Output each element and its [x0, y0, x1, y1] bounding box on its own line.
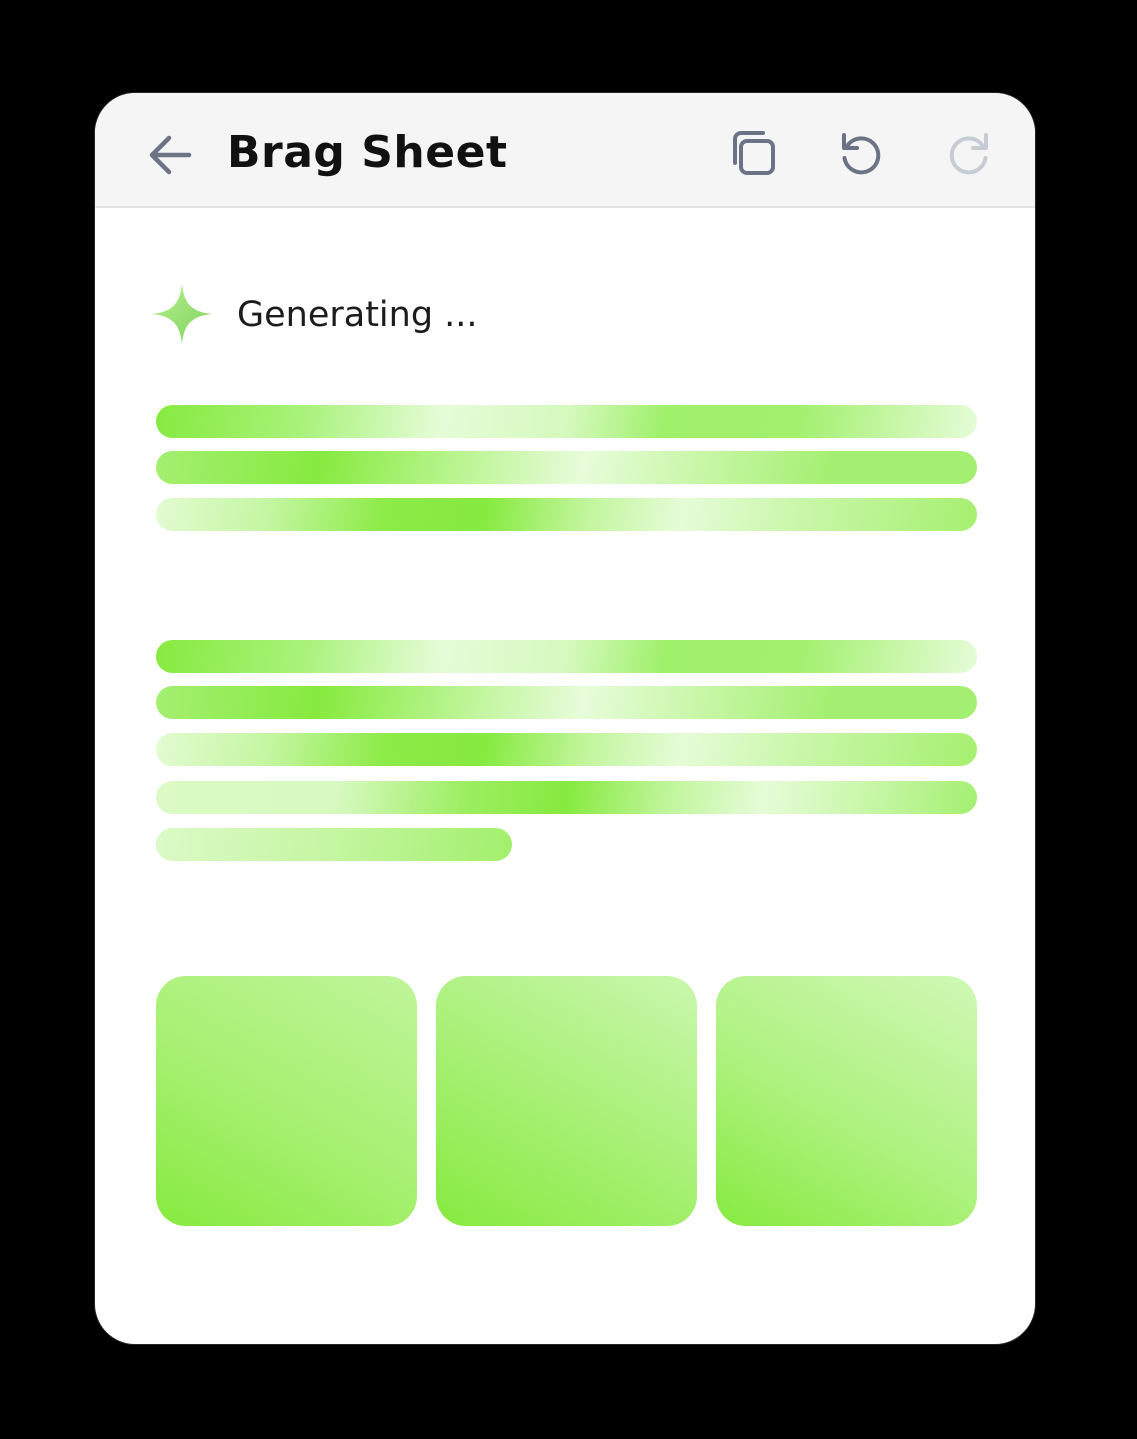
copy-icon [733, 131, 775, 175]
skeleton-line [156, 686, 977, 719]
skeleton-tile [156, 976, 417, 1226]
header-bar: Brag Sheet [95, 93, 1035, 208]
brag-sheet-panel: Brag Sheet Generating ... [95, 93, 1035, 1344]
undo-icon [842, 133, 881, 175]
skeleton-tile [716, 976, 977, 1226]
skeleton-tile [436, 976, 697, 1226]
skeleton-line [156, 781, 977, 814]
generating-status: Generating ... [150, 279, 750, 349]
skeleton-line [156, 405, 977, 438]
skeleton-line [156, 733, 977, 766]
redo-button[interactable] [943, 127, 995, 179]
skeleton-line [156, 640, 977, 673]
skeleton-line [156, 828, 512, 861]
redo-icon [949, 133, 988, 175]
status-text: Generating ... [237, 295, 478, 335]
undo-button[interactable] [835, 127, 887, 179]
skeleton-line [156, 451, 977, 484]
arrow-left-icon [149, 135, 192, 175]
sparkle-icon [152, 284, 212, 344]
copy-button[interactable] [727, 127, 779, 179]
skeleton-line [156, 498, 977, 531]
page-title: Brag Sheet [227, 127, 508, 178]
back-button[interactable] [145, 129, 197, 181]
